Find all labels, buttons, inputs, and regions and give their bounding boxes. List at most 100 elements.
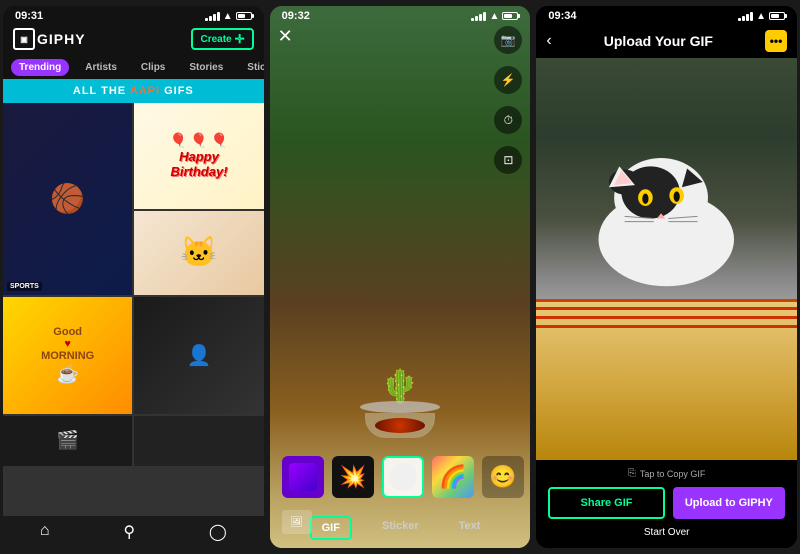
start-over-label: Start Over — [644, 527, 690, 538]
gif-grid: 🏀 SPORTS 🎈 🎈 🎈 HappyBirthday! 🐱 — [3, 103, 264, 515]
timer-button[interactable]: ⏱ — [494, 106, 522, 134]
phone3-frame: 09:34 ▲ ‹ Upload Your GIF ••• — [536, 6, 797, 548]
giphy-header: ▣ GIPHY Create ✛ — [3, 24, 264, 56]
grid-cell-extra[interactable] — [134, 416, 263, 466]
aspect-ratio-icon: ⊡ — [503, 153, 513, 167]
upload-bottom-bar: ⎘ Tap to Copy GIF Share GIF Upload to GI… — [536, 460, 797, 548]
morning-text: Good♥MORNING — [41, 326, 94, 362]
phone1-status-bar: 09:31 ▲ — [3, 6, 264, 24]
camera-flip-icon: 📷 — [501, 33, 516, 47]
tab-sticker[interactable]: Sticker — [239, 59, 263, 76]
tab-trending[interactable]: Trending — [11, 59, 69, 76]
phone2-status-bar: 09:32 ▲ — [270, 6, 531, 24]
camera-top-controls: 📷 ⚡ ⏱ ⊡ — [494, 26, 522, 174]
nav-profile-icon[interactable]: ◯ — [209, 522, 227, 542]
share-gif-label: Share GIF — [581, 497, 633, 509]
camera-view: ✕ 📷 ⚡ ⏱ ⊡ 🌵 — [270, 6, 531, 548]
balloon-icon2: 🎈 — [190, 132, 207, 149]
sticker-toolbar: 💥 🌈 😊 — [270, 456, 531, 498]
flash-button[interactable]: ⚡ — [494, 66, 522, 94]
close-button[interactable]: ✕ — [278, 26, 293, 47]
mode-gif-button[interactable]: GIF — [310, 516, 352, 540]
birthday-cell-content: 🎈 🎈 🎈 HappyBirthday! — [134, 103, 263, 209]
gallery-icon: 🖼 — [290, 517, 303, 528]
giphy-logo: ▣ GIPHY — [13, 28, 86, 50]
phone2-frame: 09:32 ▲ ✕ 📷 ⚡ — [270, 6, 531, 548]
create-button[interactable]: Create ✛ — [191, 28, 253, 50]
tap-copy-bar: ⎘ Tap to Copy GIF — [548, 468, 785, 479]
gif-mode-label: GIF — [322, 522, 340, 534]
phone3-status-bar: 09:34 ▲ — [536, 6, 797, 24]
balloon-icon3: 🎈 — [211, 132, 228, 149]
wifi-icon: ▲ — [223, 11, 233, 22]
aspect-ratio-button[interactable]: ⊡ — [494, 146, 522, 174]
copy-icon: ⎘ — [628, 468, 636, 479]
phone1-time: 09:31 — [15, 10, 43, 22]
action-buttons: Share GIF Upload to GIPHY — [548, 487, 785, 519]
battery-icon3 — [769, 12, 785, 20]
tab-clips[interactable]: Clips — [133, 59, 173, 76]
rainbow-icon: 🌈 — [439, 464, 466, 490]
gallery-button[interactable]: 🖼 — [282, 510, 312, 534]
timer-icon: ⏱ — [504, 113, 513, 128]
mode-toolbar: 🖼 GIF Sticker Text — [270, 516, 531, 540]
wifi-icon2: ▲ — [489, 11, 499, 22]
tap-copy-text: Tap to Copy GIF — [640, 469, 706, 479]
camera-flip-button[interactable]: 📷 — [494, 26, 522, 54]
phone3-status-icons: ▲ — [738, 11, 785, 22]
dots-menu-button[interactable]: ••• — [765, 30, 787, 52]
dots-icon: ••• — [770, 34, 783, 48]
sticker-purple[interactable] — [282, 456, 324, 498]
grid-cell-dark2[interactable]: 🎬 — [3, 416, 132, 466]
create-label: Create — [200, 34, 231, 45]
tab-stories[interactable]: Stories — [181, 59, 231, 76]
burst-icon: 💥 — [339, 464, 366, 490]
cat-photo — [536, 58, 797, 460]
phone2-time: 09:32 — [282, 10, 310, 22]
mode-text-button[interactable]: Text — [449, 516, 491, 540]
cat-svg — [562, 118, 771, 319]
giphy-logo-text: GIPHY — [37, 31, 86, 47]
plus-icon: ✛ — [235, 32, 245, 46]
smiley-icon: 😊 — [489, 464, 516, 490]
upload-header: ‹ Upload Your GIF ••• — [536, 24, 797, 58]
start-over-button[interactable]: Start Over — [548, 527, 785, 538]
grid-cell-morning[interactable]: Good♥MORNING ☕ — [3, 297, 132, 414]
plant-icon: 🌵 — [380, 367, 420, 405]
mug-icon: ☕ — [56, 364, 78, 384]
dark-figure-icon: 👤 — [187, 343, 212, 368]
aapi-highlight: AAPI — [130, 85, 160, 97]
battery-icon2 — [502, 12, 518, 20]
sticker-smiley[interactable]: 😊 — [482, 456, 524, 498]
text-mode-label: Text — [459, 520, 481, 532]
share-gif-button[interactable]: Share GIF — [548, 487, 664, 519]
sticker-rainbow[interactable]: 🌈 — [432, 456, 474, 498]
sticker-burst[interactable]: 💥 — [332, 456, 374, 498]
nav-search-icon[interactable]: ⚲ — [123, 522, 135, 542]
upload-giphy-button[interactable]: Upload to GIPHY — [673, 487, 785, 519]
phone1-frame: 09:31 ▲ ▣ GIPHY Create ✛ Trending Artist… — [3, 6, 264, 548]
back-button[interactable]: ‹ — [546, 32, 551, 50]
giphy-logo-icon: ▣ — [13, 28, 35, 50]
wifi-icon3: ▲ — [756, 11, 766, 22]
flash-icon: ⚡ — [501, 73, 516, 87]
sticker-circle[interactable] — [382, 456, 424, 498]
upload-giphy-label: Upload to GIPHY — [685, 497, 773, 509]
birthday-text: HappyBirthday! — [170, 149, 228, 180]
battery-icon — [236, 12, 252, 20]
grid-cell-dark1[interactable]: 👤 — [134, 297, 263, 414]
nav-home-icon[interactable]: ⌂ — [40, 522, 50, 542]
morning-cell-content: Good♥MORNING ☕ — [3, 297, 132, 414]
phone1-status-icons: ▲ — [205, 11, 252, 22]
nav-tabs: Trending Artists Clips Stories Sticker — [3, 56, 264, 79]
tab-artists[interactable]: Artists — [77, 59, 125, 76]
grid-cell-cat[interactable]: 🐱 — [134, 211, 263, 295]
aapi-banner: ALL THE AAPI GIFS — [3, 79, 264, 103]
mode-sticker-button[interactable]: Sticker — [372, 516, 429, 540]
blanket — [536, 299, 797, 460]
upload-title: Upload Your GIF — [560, 33, 757, 49]
grid-cell-sports[interactable]: 🏀 SPORTS — [3, 103, 132, 295]
phone3-time: 09:34 — [548, 10, 576, 22]
grid-cell-birthday[interactable]: 🎈 🎈 🎈 HappyBirthday! — [134, 103, 263, 209]
balloon-icon: 🎈 — [170, 132, 187, 149]
